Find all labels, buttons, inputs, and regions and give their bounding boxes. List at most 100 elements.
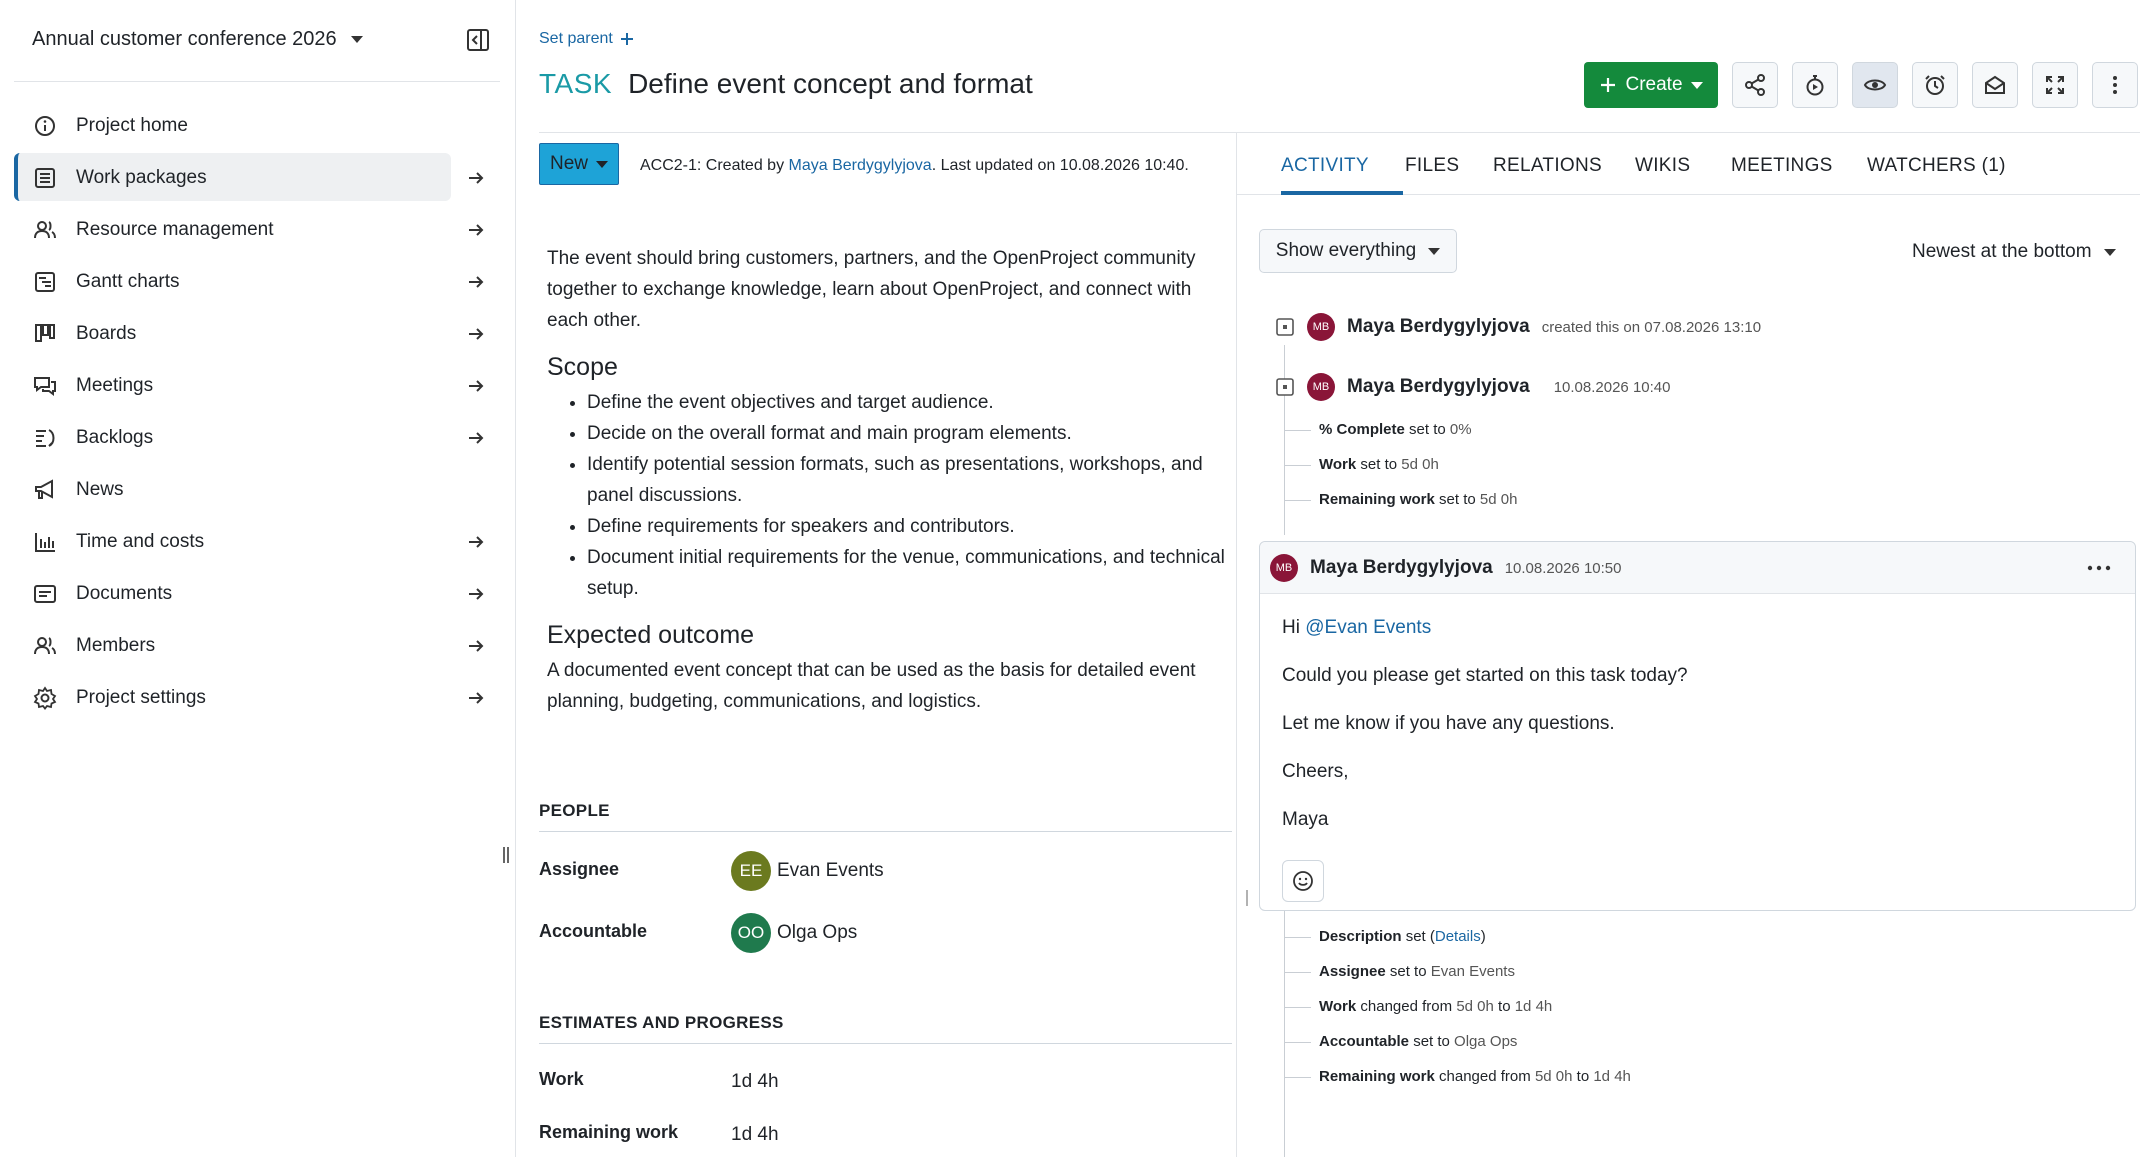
document-icon bbox=[32, 581, 58, 607]
estimates-section-title: ESTIMATES AND PROGRESS bbox=[539, 1013, 784, 1032]
sidebar-item-project-settings[interactable]: Project settings bbox=[14, 672, 500, 724]
assignee-name: Evan Events bbox=[777, 860, 884, 881]
sidebar-item-label: Boards bbox=[76, 323, 137, 344]
create-button[interactable]: Create bbox=[1584, 62, 1718, 108]
more-actions-button[interactable] bbox=[2092, 62, 2138, 108]
comment-card: MB Maya Berdygylyjova 10.08.2026 10:50 H… bbox=[1259, 541, 2136, 911]
tab-relations[interactable]: RELATIONS bbox=[1493, 155, 1602, 177]
sidebar-item-meetings[interactable]: Meetings bbox=[14, 360, 500, 412]
collapse-sidebar-icon[interactable] bbox=[464, 26, 492, 54]
arrow-right-icon[interactable] bbox=[464, 166, 488, 190]
outcome-heading: Expected outcome bbox=[547, 621, 755, 649]
remaining-work-value[interactable]: 1d 4h bbox=[731, 1124, 779, 1146]
activity-author[interactable]: Maya Berdygylyjova bbox=[1347, 376, 1530, 398]
sort-order-select[interactable]: Newest at the bottom bbox=[1912, 241, 2116, 263]
watch-button[interactable] bbox=[1852, 62, 1898, 108]
activity-author[interactable]: Maya Berdygylyjova bbox=[1347, 316, 1530, 338]
status-button[interactable]: New bbox=[539, 143, 619, 185]
change-field: Remaining work bbox=[1319, 1068, 1435, 1085]
timeline-line bbox=[1284, 911, 1285, 1157]
sidebar-item-news[interactable]: News bbox=[14, 464, 500, 516]
bar-chart-icon bbox=[32, 529, 58, 555]
section-divider bbox=[539, 1043, 1232, 1044]
accountable-field[interactable]: OO Olga Ops bbox=[731, 913, 857, 953]
sidebar-item-members[interactable]: Members bbox=[14, 620, 500, 672]
change-value: Evan Events bbox=[1430, 963, 1515, 980]
change-from: 5d 0h bbox=[1456, 998, 1494, 1015]
assignee-label: Assignee bbox=[539, 859, 620, 879]
work-package-type[interactable]: TASK bbox=[539, 68, 612, 100]
tab-meetings[interactable]: MEETINGS bbox=[1731, 155, 1833, 177]
accountable-label: Accountable bbox=[539, 921, 648, 941]
tab-files[interactable]: FILES bbox=[1405, 155, 1459, 177]
more-horizontal-icon[interactable] bbox=[2086, 558, 2112, 578]
project-selector[interactable]: Annual customer conference 2026 bbox=[32, 28, 363, 51]
sidebar-resize-handle-icon[interactable] bbox=[502, 845, 510, 865]
mention-link[interactable]: @Evan Events bbox=[1305, 617, 1431, 638]
arrow-right-icon[interactable] bbox=[464, 270, 488, 294]
description[interactable]: The event should bring customers, partne… bbox=[547, 243, 1227, 717]
arrow-right-icon[interactable] bbox=[464, 530, 488, 554]
gantt-icon bbox=[32, 269, 58, 295]
reminder-button[interactable] bbox=[1912, 62, 1958, 108]
change-verb: set to bbox=[1413, 1033, 1450, 1050]
sidebar-item-backlogs[interactable]: Backlogs bbox=[14, 412, 500, 464]
tab-wikis[interactable]: WIKIS bbox=[1635, 155, 1690, 177]
list-item: Decide on the overall format and main pr… bbox=[587, 418, 1227, 449]
sidebar-item-boards[interactable]: Boards bbox=[14, 308, 500, 360]
sidebar-item-project-home[interactable]: Project home bbox=[14, 100, 500, 152]
arrow-right-icon[interactable] bbox=[464, 634, 488, 658]
sidebar-item-gantt-charts[interactable]: Gantt charts bbox=[14, 256, 500, 308]
arrow-right-icon[interactable] bbox=[464, 374, 488, 398]
alarm-clock-icon bbox=[1925, 75, 1945, 95]
section-divider bbox=[539, 831, 1232, 832]
change-field: Accountable bbox=[1319, 1033, 1410, 1050]
caret-down-icon bbox=[1428, 247, 1441, 255]
status-label: New bbox=[549, 153, 588, 174]
caret-down-icon bbox=[1690, 81, 1703, 89]
comment-author[interactable]: Maya Berdygylyjova bbox=[1310, 557, 1493, 579]
tab-activity[interactable]: ACTIVITY bbox=[1281, 155, 1369, 177]
author-link[interactable]: Maya Berdygylyjova bbox=[789, 157, 932, 174]
add-reaction-button[interactable] bbox=[1282, 860, 1324, 902]
scope-heading: Scope bbox=[547, 353, 618, 381]
sidebar-item-label: Time and costs bbox=[76, 531, 205, 552]
activity-change: Remaining work set to 5d 0h bbox=[1284, 491, 1517, 508]
avatar: MB bbox=[1307, 373, 1335, 401]
change-value: 5d 0h bbox=[1401, 456, 1439, 473]
change-field: % Complete bbox=[1319, 421, 1405, 438]
sidebar-item-documents[interactable]: Documents bbox=[14, 568, 500, 620]
sidebar-item-time-and-costs[interactable]: Time and costs bbox=[14, 516, 500, 568]
change-from: 5d 0h bbox=[1534, 1068, 1573, 1085]
set-parent-link[interactable]: Set parent bbox=[539, 30, 635, 48]
timer-button[interactable] bbox=[1792, 62, 1838, 108]
arrow-right-icon[interactable] bbox=[464, 426, 488, 450]
sidebar-item-work-packages[interactable]: Work packages bbox=[14, 152, 500, 204]
share-button[interactable] bbox=[1732, 62, 1778, 108]
change-to-word: to bbox=[1498, 998, 1511, 1015]
sidebar-item-resource-management[interactable]: Resource management bbox=[14, 204, 500, 256]
assignee-field[interactable]: EE Evan Events bbox=[731, 851, 884, 891]
fullscreen-button[interactable] bbox=[2032, 62, 2078, 108]
comment-line: Maya bbox=[1282, 809, 1329, 830]
notifications-button[interactable] bbox=[1972, 62, 2018, 108]
remaining-work-label: Remaining work bbox=[539, 1122, 679, 1142]
details-link[interactable]: Details bbox=[1435, 928, 1481, 945]
activity-filter-button[interactable]: Show everything bbox=[1259, 229, 1457, 273]
sidebar-item-label: Project home bbox=[76, 115, 188, 136]
arrow-right-icon[interactable] bbox=[464, 322, 488, 346]
work-package-subject[interactable]: Define event concept and format bbox=[628, 68, 1033, 100]
arrow-right-icon[interactable] bbox=[464, 686, 488, 710]
avatar: MB bbox=[1307, 313, 1335, 341]
change-verb: set to bbox=[1360, 456, 1398, 473]
set-parent-label: Set parent bbox=[539, 30, 613, 47]
tab-watchers[interactable]: WATCHERS (1) bbox=[1867, 155, 2006, 177]
sidebar-item-label: Work packages bbox=[76, 167, 207, 188]
arrow-right-icon[interactable] bbox=[464, 582, 488, 606]
split-view-resize-handle-icon[interactable] bbox=[1244, 888, 1250, 908]
arrow-right-icon[interactable] bbox=[464, 218, 488, 242]
caret-down-icon bbox=[350, 36, 363, 43]
work-value[interactable]: 1d 4h bbox=[731, 1071, 779, 1093]
gear-icon bbox=[32, 685, 58, 711]
avatar: EE bbox=[731, 851, 771, 891]
